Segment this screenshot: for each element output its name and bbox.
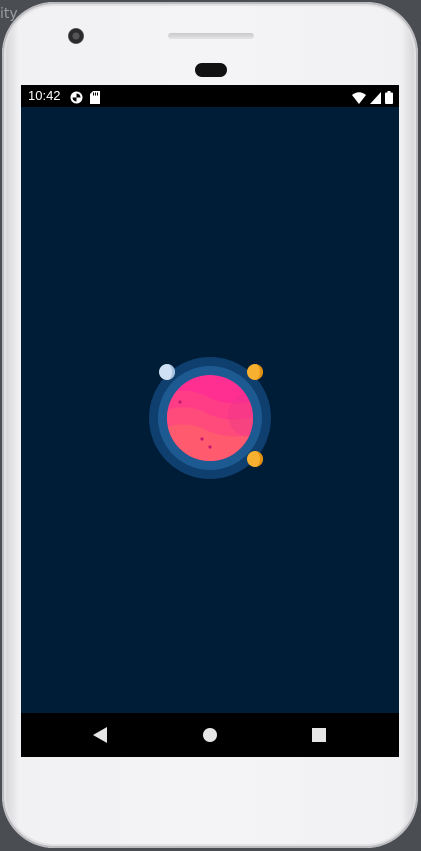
- proximity-sensor: [195, 63, 227, 77]
- earpiece-speaker: [168, 33, 254, 39]
- recents-icon[interactable]: [309, 725, 329, 745]
- cell-signal-icon: [370, 89, 381, 108]
- status-bar: 10:42: [21, 85, 399, 107]
- app-content: [21, 107, 399, 713]
- sync-icon: [70, 89, 83, 108]
- front-camera-icon: [68, 28, 84, 44]
- navigation-bar: [21, 713, 399, 757]
- back-icon[interactable]: [90, 725, 110, 745]
- wifi-icon: [352, 89, 366, 108]
- sd-card-icon: [90, 89, 100, 108]
- home-icon[interactable]: [200, 725, 220, 745]
- battery-icon: [385, 89, 393, 108]
- device-screen: 10:42: [21, 85, 399, 757]
- status-time: 10:42: [28, 88, 61, 103]
- planet-illustration: [146, 355, 276, 485]
